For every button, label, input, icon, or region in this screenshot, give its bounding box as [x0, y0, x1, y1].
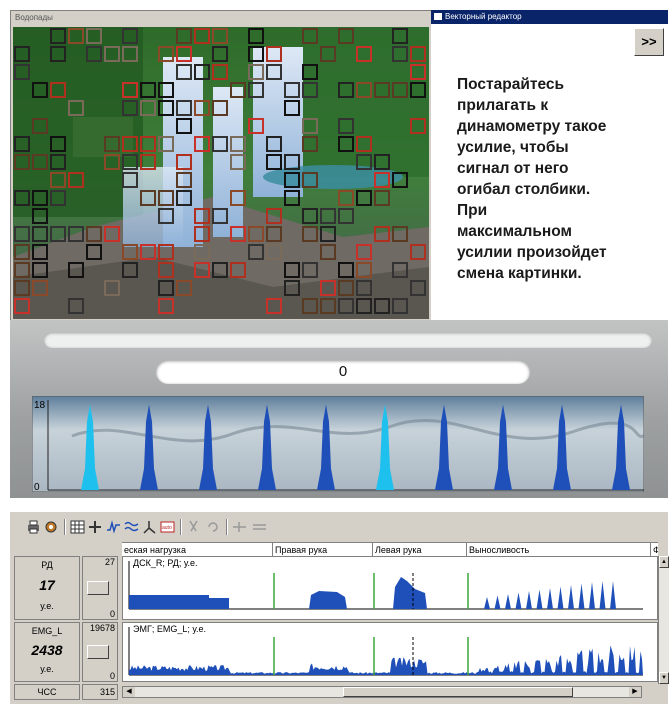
- segment-label[interactable]: Выносливость: [466, 543, 529, 557]
- scroll-thumb[interactable]: [343, 687, 573, 697]
- axes-icon[interactable]: [142, 520, 157, 534]
- signal-peak: [578, 583, 585, 609]
- signal-peak: [515, 592, 522, 609]
- trace-rd[interactable]: ДСК_R; РД; у.е.: [122, 556, 658, 620]
- next-button[interactable]: >>: [634, 28, 664, 56]
- scroll-right-arrow-icon[interactable]: ▶: [629, 687, 641, 697]
- signal-block: [309, 591, 347, 609]
- signal-peak: [484, 597, 490, 609]
- signal-peak: [599, 581, 606, 609]
- filter-icon[interactable]: [124, 520, 139, 534]
- waterfall-mosaic-image: [13, 27, 429, 319]
- signal-peak: [557, 586, 564, 609]
- cut-icon[interactable]: [186, 520, 201, 534]
- emg-signal: [129, 645, 643, 675]
- signal-peak: [536, 589, 543, 609]
- target-bars-plot: 18 0: [32, 396, 644, 492]
- signal-peak: [610, 581, 616, 609]
- zoom-icon[interactable]: [88, 520, 103, 534]
- segment-label[interactable]: Ф: [650, 543, 658, 557]
- scale-min: 0: [109, 671, 115, 681]
- instruction-text: Постарайтесь прилагать к динамометру так…: [457, 76, 607, 282]
- toolbar-separator: [64, 519, 66, 535]
- grid-icon[interactable]: [70, 520, 85, 534]
- channel-scale-emg: 19678 0: [82, 622, 118, 682]
- window-icon: [434, 13, 442, 20]
- scale-max: 19678: [89, 623, 115, 633]
- channel-unit: у.е.: [40, 664, 54, 674]
- scale-max: 27: [104, 557, 115, 567]
- top-slot: [44, 332, 652, 348]
- channel-value: 17: [39, 577, 55, 593]
- scroll-down-arrow-icon[interactable]: ▼: [659, 672, 669, 684]
- channel-name: РД: [41, 560, 53, 570]
- signal-peak: [526, 591, 532, 609]
- hr-value: 315: [99, 687, 115, 697]
- signal-peak: [547, 588, 553, 609]
- horizontal-scrollbar[interactable]: ◀ ▶: [122, 686, 642, 698]
- channel-label-rd[interactable]: РД 17 у.е.: [14, 556, 80, 620]
- wave-icon[interactable]: [106, 520, 121, 534]
- segment-label[interactable]: Правая рука: [272, 543, 327, 557]
- settings-icon[interactable]: [44, 520, 59, 534]
- photo-window: Водопады: [10, 10, 432, 322]
- photo-window-title: Водопады: [11, 11, 431, 25]
- segment-label[interactable]: еская нагрузка: [122, 543, 186, 557]
- channel-name: ЧСС: [37, 687, 57, 697]
- channel-scale-rd: 27 0: [82, 556, 118, 620]
- vector-editor-title: Векторный редактор: [445, 12, 522, 21]
- signal-block: [393, 577, 427, 609]
- auto-icon[interactable]: auto: [160, 520, 175, 534]
- svg-text:auto: auto: [162, 525, 172, 531]
- score-counter: 0: [156, 360, 530, 384]
- scale-min: 0: [109, 609, 115, 619]
- trace-emg[interactable]: ЭМГ; EMG_L; у.е.: [122, 622, 658, 682]
- segment-label[interactable]: Левая рука: [372, 543, 422, 557]
- scroll-up-arrow-icon[interactable]: ▲: [659, 556, 669, 568]
- signal-peak: [494, 595, 501, 609]
- vector-editor-window: Векторный редактор >> Постарайтесь прила…: [431, 10, 668, 320]
- marker-icon[interactable]: [232, 520, 247, 534]
- signal-block: [129, 595, 229, 609]
- channel-label-hr[interactable]: ЧСС: [14, 684, 80, 700]
- recorder-panel: auto еская нагрузка Правая рука Левая ру…: [10, 512, 669, 704]
- y-bottom-label: 0: [34, 482, 40, 492]
- segment-icon[interactable]: [252, 520, 267, 534]
- print-icon[interactable]: [26, 520, 41, 534]
- y-top-label: 18: [34, 400, 46, 411]
- channel-value: 2438: [31, 642, 63, 658]
- channel-name: EMG_L: [31, 626, 63, 636]
- scale-spinner[interactable]: [87, 645, 109, 659]
- channel-label-emg[interactable]: EMG_L 2438 у.е.: [14, 622, 80, 682]
- undo-icon[interactable]: [206, 520, 221, 534]
- vector-editor-titlebar: Векторный редактор: [431, 10, 668, 24]
- signal-peak: [505, 594, 511, 609]
- trace-rd-plot: [128, 561, 643, 610]
- toolbar: auto: [10, 516, 668, 538]
- scale-spinner[interactable]: [87, 581, 109, 595]
- channel-unit: у.е.: [40, 601, 54, 611]
- vertical-scrollbar[interactable]: ▲ ▼: [658, 556, 669, 684]
- signal-peak: [589, 582, 595, 609]
- signal-peak: [568, 585, 574, 609]
- scroll-left-arrow-icon[interactable]: ◀: [123, 687, 135, 697]
- trace-label: ДСК_R; РД; у.е.: [133, 558, 198, 568]
- toolbar-separator: [226, 519, 228, 535]
- trace-label: ЭМГ; EMG_L; у.е.: [133, 624, 206, 634]
- biofeedback-panel: 0 18 0: [10, 320, 668, 498]
- toolbar-separator: [180, 519, 182, 535]
- channel-scale-hr: 315: [82, 684, 118, 700]
